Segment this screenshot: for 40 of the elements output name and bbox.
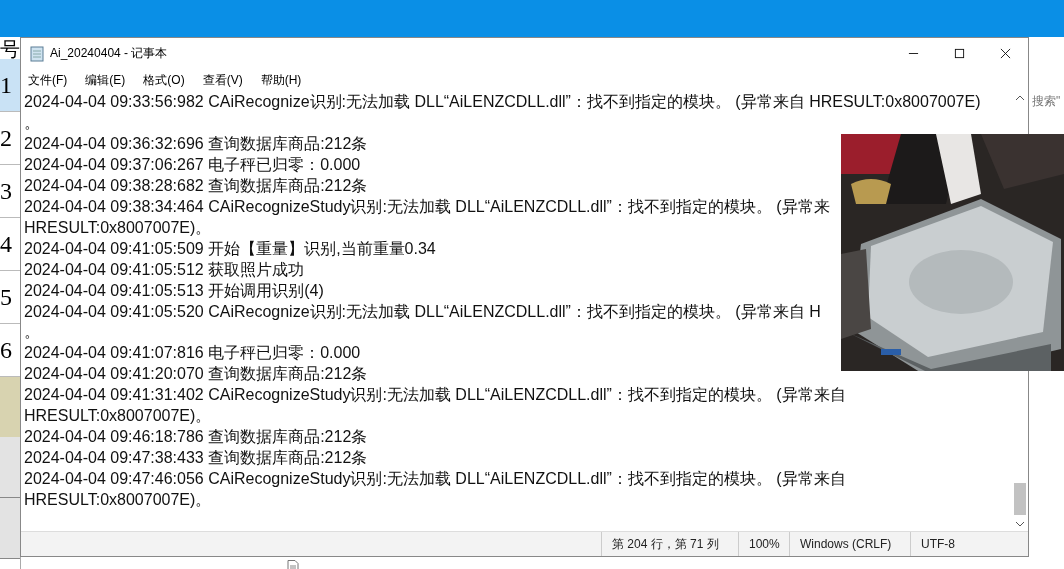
log-line: HRESULT:0x8007007E)。: [24, 406, 212, 427]
close-icon: [999, 48, 1011, 59]
log-line: 2024-04-04 09:41:20:070 查询数据库商品:212条: [24, 364, 368, 385]
line-ending: Windows (CRLF): [789, 532, 910, 556]
log-line: HRESULT:0x8007007E)。: [24, 217, 212, 238]
scroll-up-icon[interactable]: [1015, 95, 1025, 101]
menu-item[interactable]: 帮助(H): [260, 71, 302, 89]
menu-item[interactable]: 文件(F): [28, 71, 68, 89]
log-line: 2024-04-04 09:47:38:433 查询数据库商品:212条: [24, 448, 368, 469]
scroll-thumb[interactable]: [1014, 483, 1026, 515]
cursor-position: 第 204 行，第 71 列: [601, 532, 738, 556]
search-field[interactable]: 搜索": [1026, 93, 1064, 110]
menu-item[interactable]: 编辑(E): [85, 71, 126, 89]
log-line: 2024-04-04 09:38:34:464 CAiRecognizeStudy识别:无法加载 DLL“AiLENZCDLL.dll”：找不到指定的模块。 (异常来: [24, 196, 830, 217]
log-line: 2024-04-04 09:41:31:402 CAiRecognizeStudy识别:无法加载 DLL“AiLENZCDLL.dll”：找不到指定的模块。 (异常来自: [24, 385, 846, 406]
log-line: 2024-04-04 09:36:32:696 查询数据库商品:212条: [24, 133, 368, 154]
zoom-level: 100%: [738, 532, 789, 556]
log-line: 2024-04-04 09:37:06:267 电子秤已归零：0.000: [24, 154, 361, 175]
menu-item[interactable]: 查看(V): [202, 71, 243, 89]
log-line: 2024-04-04 09:41:05:513 开始调用识别(4): [24, 280, 324, 301]
notepad-icon: [30, 45, 44, 62]
grid-cell: [0, 377, 20, 437]
log-line: 。: [24, 112, 40, 133]
log-line: 。: [24, 322, 40, 343]
column-header: 号: [0, 37, 20, 59]
encoding: UTF-8: [910, 532, 1011, 556]
log-line: 2024-04-04 09:38:28:682 查询数据库商品:212条: [24, 175, 368, 196]
log-line: 2024-04-04 09:47:46:056 CAiRecognizeStudy识别:无法加载 DLL“AiLENZCDLL.dll”：找不到指定的模块。 (异常来自: [24, 469, 846, 490]
log-line: 2024-04-04 09:41:07:816 电子秤已归零：0.000: [24, 343, 361, 364]
maximize-icon: [953, 48, 965, 59]
scroll-down-icon[interactable]: [1015, 521, 1025, 527]
menu-item[interactable]: 格式(O): [143, 71, 185, 89]
log-line: 2024-04-04 09:46:18:786 查询数据库商品:212条: [24, 427, 368, 448]
window-title: Ai_20240404 - 记事本: [50, 45, 169, 62]
log-line: 2024-04-04 09:41:05:520 CAiRecognize识别:无法加载 DLL“AiLENZCDLL.dll”：找不到指定的模块。 (异常来自 H: [24, 301, 821, 322]
log-line: 2024-04-04 09:41:05:512 获取照片成功: [24, 259, 305, 280]
row-number[interactable]: 1: [0, 59, 20, 112]
log-line: 2024-04-04 09:41:05:509 开始【重量】识别,当前重量0.34: [24, 238, 436, 259]
log-line: 2024-04-04 09:33:56:982 CAiRecognize识别:无法加载 DLL“AiLENZCDLL.dll”：找不到指定的模块。 (异常来自 HRESULT:0x8007007E): [24, 92, 981, 112]
log-line: HRESULT:0x8007007E)。: [24, 490, 212, 511]
